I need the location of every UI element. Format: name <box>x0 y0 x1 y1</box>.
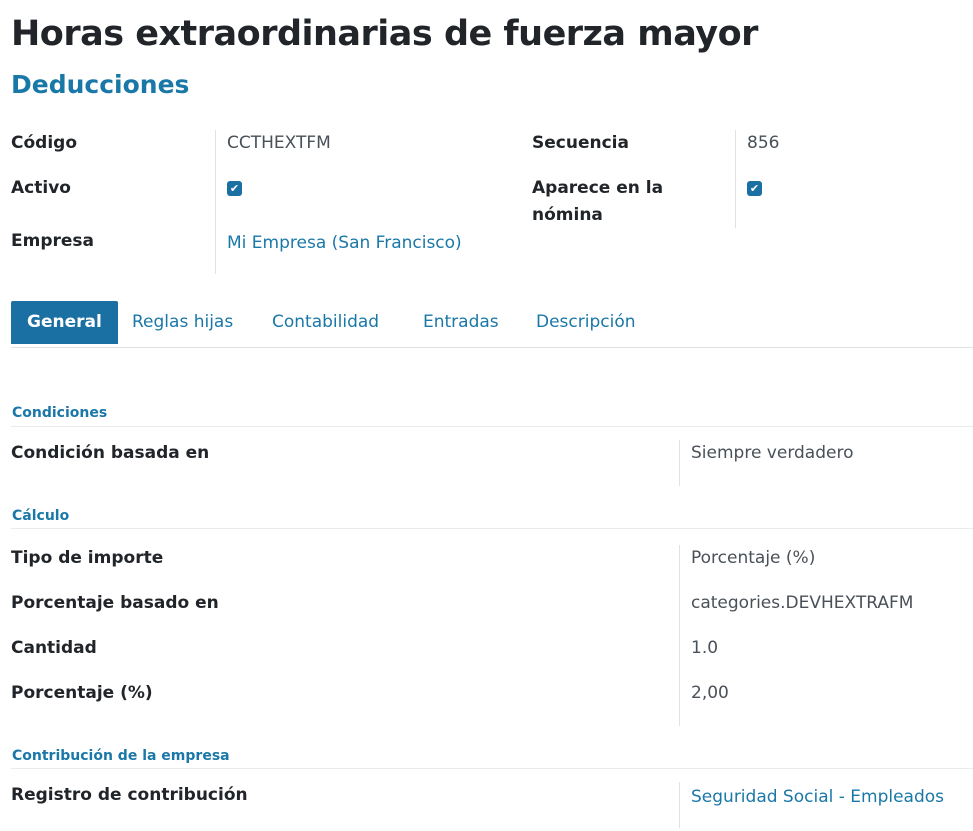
checkbox-checked-icon: ✔ <box>749 182 760 195</box>
secuencia-field[interactable]: 856 <box>747 130 779 157</box>
section-title-condiciones: Condiciones <box>12 405 108 421</box>
secuencia-label: Secuencia <box>532 133 629 153</box>
codigo-field[interactable]: CCTHEXTFM <box>227 130 331 157</box>
empresa-label: Empresa <box>11 231 94 251</box>
tipo-importe-label: Tipo de importe <box>11 548 164 568</box>
left-column-divider <box>215 130 216 274</box>
section-separator <box>11 528 973 529</box>
tab-contabilidad[interactable]: Contabilidad <box>272 301 379 344</box>
section-separator <box>11 768 973 769</box>
registro-contribucion-label: Registro de contribución <box>11 785 248 805</box>
column-divider <box>679 545 680 726</box>
condicion-basada-field[interactable]: Siempre verdadero <box>691 440 854 467</box>
codigo-label: Código <box>11 133 77 153</box>
right-column-divider <box>735 130 736 228</box>
tab-reglas-hijas[interactable]: Reglas hijas <box>132 301 233 344</box>
section-title-contribucion: Contribución de la empresa <box>12 748 230 764</box>
porcentaje-basado-field[interactable]: categories.DEVHEXTRAFM <box>691 590 913 617</box>
empresa-link[interactable]: Mi Empresa (San Francisco) <box>227 230 462 257</box>
column-divider <box>679 782 680 828</box>
tab-general[interactable]: General <box>11 301 118 344</box>
porcentaje-basado-label: Porcentaje basado en <box>11 593 219 613</box>
cantidad-field[interactable]: 1.0 <box>691 635 718 662</box>
checkbox-checked-icon: ✔ <box>229 182 240 195</box>
aparece-label-line2: nómina <box>532 205 603 225</box>
page-title: Horas extraordinarias de fuerza mayor <box>11 14 758 54</box>
porcentaje-field[interactable]: 2,00 <box>691 680 729 707</box>
column-divider <box>679 440 680 486</box>
tab-descripcion[interactable]: Descripción <box>536 301 636 344</box>
porcentaje-label: Porcentaje (%) <box>11 683 153 703</box>
activo-label: Activo <box>11 178 71 198</box>
registro-contribucion-link[interactable]: Seguridad Social - Empleados <box>691 784 944 811</box>
activo-checkbox[interactable]: ✔ <box>227 181 242 196</box>
aparece-label-line1: Aparece en la <box>532 178 664 198</box>
cantidad-label: Cantidad <box>11 638 97 658</box>
notebook-tabs: General Reglas hijas Contabilidad Entrad… <box>11 301 973 348</box>
tipo-importe-field[interactable]: Porcentaje (%) <box>691 545 815 572</box>
section-title-calculo: Cálculo <box>12 508 70 524</box>
category-subtitle[interactable]: Deducciones <box>11 70 189 99</box>
aparece-checkbox[interactable]: ✔ <box>747 181 762 196</box>
tab-entradas[interactable]: Entradas <box>423 301 499 344</box>
condicion-basada-label: Condición basada en <box>11 443 210 463</box>
section-separator <box>11 426 973 427</box>
